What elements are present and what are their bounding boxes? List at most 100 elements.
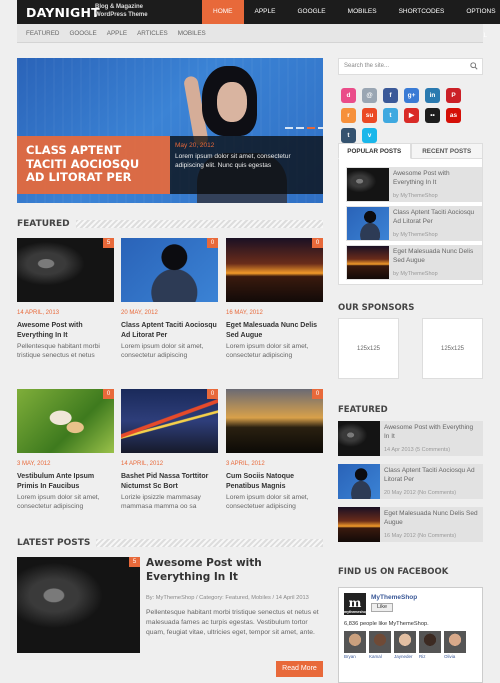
featured-slider[interactable]: CLASS APTENT TACITI AOCIOSQU AD LITORAT … xyxy=(17,58,323,203)
post-thumbnail[interactable]: 0 xyxy=(121,389,218,453)
vimeo-icon[interactable]: v xyxy=(362,128,377,143)
post-thumbnail[interactable]: 0 xyxy=(226,238,323,302)
sidebar-featured-thumb[interactable] xyxy=(338,464,380,499)
subnav-articles[interactable]: ARTICLES xyxy=(132,24,173,42)
google-plus-icon[interactable]: g+ xyxy=(404,88,419,103)
tab-popular-posts[interactable]: POPULAR POSTS xyxy=(338,143,411,159)
subnav-google[interactable]: GOOGLE xyxy=(64,24,101,42)
sidebar-featured-title[interactable]: Awesome Post with Everything In It xyxy=(384,423,479,441)
subnav-featured[interactable]: FEATURED xyxy=(21,24,64,42)
popular-post-item[interactable]: Awesome Post with Everything In It by My… xyxy=(346,167,482,202)
tumblr-icon[interactable]: t xyxy=(341,128,356,143)
search-input[interactable]: Search the site... xyxy=(338,58,483,75)
subnav-apple[interactable]: APPLE xyxy=(102,24,132,42)
nav-google[interactable]: GOOGLE xyxy=(286,0,336,24)
search-icon[interactable] xyxy=(470,62,478,70)
slider-dot[interactable] xyxy=(318,127,323,129)
sidebar-featured-title[interactable]: Class Aptent Taciti Aociosqu Ad Litorat … xyxy=(384,466,479,484)
fb-fan-avatar[interactable] xyxy=(369,631,391,653)
slider-dot-active[interactable] xyxy=(307,127,315,129)
featured-post-card[interactable]: 5 14 APRIL, 2013 Awesome Post with Every… xyxy=(17,238,114,360)
post-thumbnail[interactable]: 0 xyxy=(226,389,323,453)
sponsor-ad[interactable]: 125x125 xyxy=(422,318,483,379)
featured-post-card[interactable]: 0 20 MAY, 2012 Class Aptent Taciti Aocio… xyxy=(121,238,218,360)
sidebar-featured-item[interactable]: Eget Malesuada Nunc Delis Sed Augue 16 M… xyxy=(338,507,483,542)
popular-post-title[interactable]: Awesome Post with Everything In It xyxy=(393,169,481,187)
fb-page-name[interactable]: MyThemeShop xyxy=(371,594,417,601)
nav-mobiles[interactable]: MOBILES xyxy=(337,0,388,24)
stumbleupon-icon[interactable]: su xyxy=(362,108,377,123)
slide-title[interactable]: CLASS APTENT TACITI AOCIOSQU AD LITORAT … xyxy=(26,143,161,185)
twitter-icon[interactable]: t xyxy=(383,108,398,123)
sidebar-featured-title[interactable]: Eget Malesuada Nunc Delis Sed Augue xyxy=(384,509,479,527)
post-title[interactable]: Class Aptent Taciti Aociosqu Ad Litorat … xyxy=(121,321,218,340)
post-date: 16 MAY, 2012 xyxy=(226,310,263,316)
slide-caption[interactable]: CLASS APTENT TACITI AOCIOSQU AD LITORAT … xyxy=(17,136,170,194)
popular-post-item[interactable]: Class Aptent Taciti Aociosqu Ad Litorat … xyxy=(346,206,482,241)
fb-fan[interactable]: Bryan xyxy=(344,631,366,659)
facebook-icon[interactable]: f xyxy=(383,88,398,103)
youtube-icon[interactable]: ▶ xyxy=(404,108,419,123)
popular-post-author: by MyThemeShop xyxy=(393,193,438,199)
latest-post-thumbnail[interactable]: 5 xyxy=(17,557,140,653)
fb-like-count: 6,836 people like MyThemeShop. xyxy=(344,621,429,627)
post-excerpt: Lorem ipsum dolor sit amet, consectetur … xyxy=(226,343,309,359)
sidebar-featured-thumb[interactable] xyxy=(338,507,380,542)
fb-fan[interactable]: Riz xyxy=(419,631,441,659)
lastfm-icon[interactable]: as xyxy=(446,108,461,123)
nav-apple[interactable]: APPLE xyxy=(244,0,287,24)
popular-post-thumb[interactable] xyxy=(347,168,389,201)
fb-fan-avatar[interactable] xyxy=(394,631,416,653)
popular-post-item[interactable]: Eget Malesuada Nunc Delis Sed Augue by M… xyxy=(346,245,482,280)
post-thumbnail[interactable]: 5 xyxy=(17,238,114,302)
featured-post-card[interactable]: 0 3 APRIL, 2012 Cum Sociis Natoque Penat… xyxy=(226,389,323,511)
post-title[interactable]: Bashet Pid Nassa Torttitor Nictumst Sc B… xyxy=(121,472,218,491)
sidebar-featured-thumb[interactable] xyxy=(338,421,380,456)
sponsors-heading: OUR SPONSORS xyxy=(338,303,415,313)
latest-post-title[interactable]: Awesome Post with Everything In It xyxy=(146,556,321,584)
featured-post-card[interactable]: 0 14 APRIL, 2012 Bashet Pid Nassa Tortti… xyxy=(121,389,218,511)
popular-post-thumb[interactable] xyxy=(347,246,389,279)
post-thumbnail[interactable]: 0 xyxy=(17,389,114,453)
sponsor-ad[interactable]: 125x125 xyxy=(338,318,399,379)
nav-options-panel[interactable]: OPTIONS PANEL xyxy=(455,0,500,39)
search-placeholder: Search the site... xyxy=(344,63,390,69)
nav-shortcodes[interactable]: SHORTCODES xyxy=(388,0,456,24)
sidebar-featured-item[interactable]: Awesome Post with Everything In It 14 Ap… xyxy=(338,421,483,456)
featured-heading-label: FEATURED xyxy=(17,219,70,229)
linkedin-icon[interactable]: in xyxy=(425,88,440,103)
fb-fan[interactable]: Olivia xyxy=(444,631,466,659)
fb-like-button[interactable]: Like xyxy=(371,603,393,612)
flickr-icon[interactable]: •• xyxy=(425,108,440,123)
post-title[interactable]: Cum Sociis Natoque Penatibus Magnis xyxy=(226,472,323,491)
nav-home[interactable]: HOME xyxy=(202,0,244,24)
popular-post-title[interactable]: Class Aptent Taciti Aociosqu Ad Litorat … xyxy=(393,208,481,226)
post-date: 3 MAY, 2012 xyxy=(17,461,51,467)
pinterest-icon[interactable]: P xyxy=(446,88,461,103)
fb-page-logo[interactable]: m mythemeshop xyxy=(344,593,368,615)
sidebar-featured-item[interactable]: Class Aptent Taciti Aociosqu Ad Litorat … xyxy=(338,464,483,499)
email-icon[interactable]: @ xyxy=(362,88,377,103)
fb-fan-avatar[interactable] xyxy=(444,631,466,653)
fb-fan[interactable]: Kamal xyxy=(369,631,391,659)
read-more-button[interactable]: Read More xyxy=(276,661,323,677)
featured-post-card[interactable]: 0 3 MAY, 2012 Vestibulum Ante Ipsum Prim… xyxy=(17,389,114,511)
post-thumbnail[interactable]: 0 xyxy=(121,238,218,302)
post-title[interactable]: Awesome Post with Everything In It xyxy=(17,321,114,340)
slider-dot[interactable] xyxy=(285,127,293,129)
dribbble-icon[interactable]: d xyxy=(341,88,356,103)
subnav-mobiles[interactable]: MOBILES xyxy=(173,24,211,42)
tab-recent-posts[interactable]: RECENT POSTS xyxy=(410,143,483,159)
sidebar-featured-heading: FEATURED xyxy=(338,405,388,415)
slider-dot[interactable] xyxy=(296,127,304,129)
popular-post-title[interactable]: Eget Malesuada Nunc Delis Sed Augue xyxy=(393,247,481,265)
popular-post-thumb[interactable] xyxy=(347,207,389,240)
featured-post-card[interactable]: 0 16 MAY, 2012 Eget Malesuada Nunc Delis… xyxy=(226,238,323,360)
fb-fan[interactable]: Jayneder xyxy=(394,631,416,659)
rss-icon[interactable]: r xyxy=(341,108,356,123)
post-title[interactable]: Vestibulum Ante Ipsum Primis In Faucibus xyxy=(17,472,114,491)
post-title[interactable]: Eget Malesuada Nunc Delis Sed Augue xyxy=(226,321,323,340)
fb-fan-avatar[interactable] xyxy=(344,631,366,653)
fb-fan-avatar[interactable] xyxy=(419,631,441,653)
site-logo[interactable]: DAYNIGHT xyxy=(26,5,100,20)
